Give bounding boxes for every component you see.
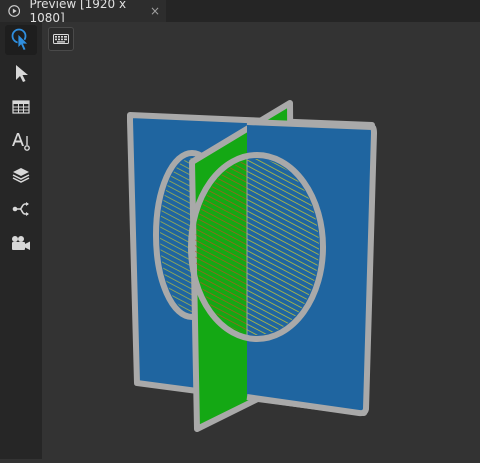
3d-scene-render <box>127 100 377 432</box>
preview-panel <box>42 22 480 459</box>
table-tool-icon <box>12 100 30 114</box>
tab-preview[interactable]: Preview [1920 x 1080] × <box>0 0 166 25</box>
tool-sidebar <box>0 22 42 459</box>
keyboard-icon <box>53 34 69 44</box>
interact-tool-button[interactable] <box>5 25 37 55</box>
select-tool-button[interactable] <box>5 58 37 88</box>
select-tool-icon <box>16 65 28 82</box>
text-tool-icon <box>12 133 30 151</box>
play-icon <box>8 5 21 17</box>
preview-toolbar <box>42 22 480 57</box>
layers-tool-button[interactable] <box>5 160 37 190</box>
preview-viewport[interactable] <box>42 57 480 459</box>
keyboard-button[interactable] <box>48 27 74 51</box>
camera-tool-button[interactable] <box>5 228 37 258</box>
bindings-tool-icon <box>12 202 29 216</box>
title-bar: Preview [1920 x 1080] × <box>0 0 480 25</box>
close-tab-button[interactable]: × <box>150 4 160 18</box>
layers-tool-icon <box>12 168 30 183</box>
bindings-tool-button[interactable] <box>5 194 37 224</box>
interact-tool-icon <box>11 28 29 52</box>
text-tool-button[interactable] <box>5 126 37 156</box>
table-tool-button[interactable] <box>5 92 37 122</box>
camera-tool-icon <box>12 236 30 250</box>
